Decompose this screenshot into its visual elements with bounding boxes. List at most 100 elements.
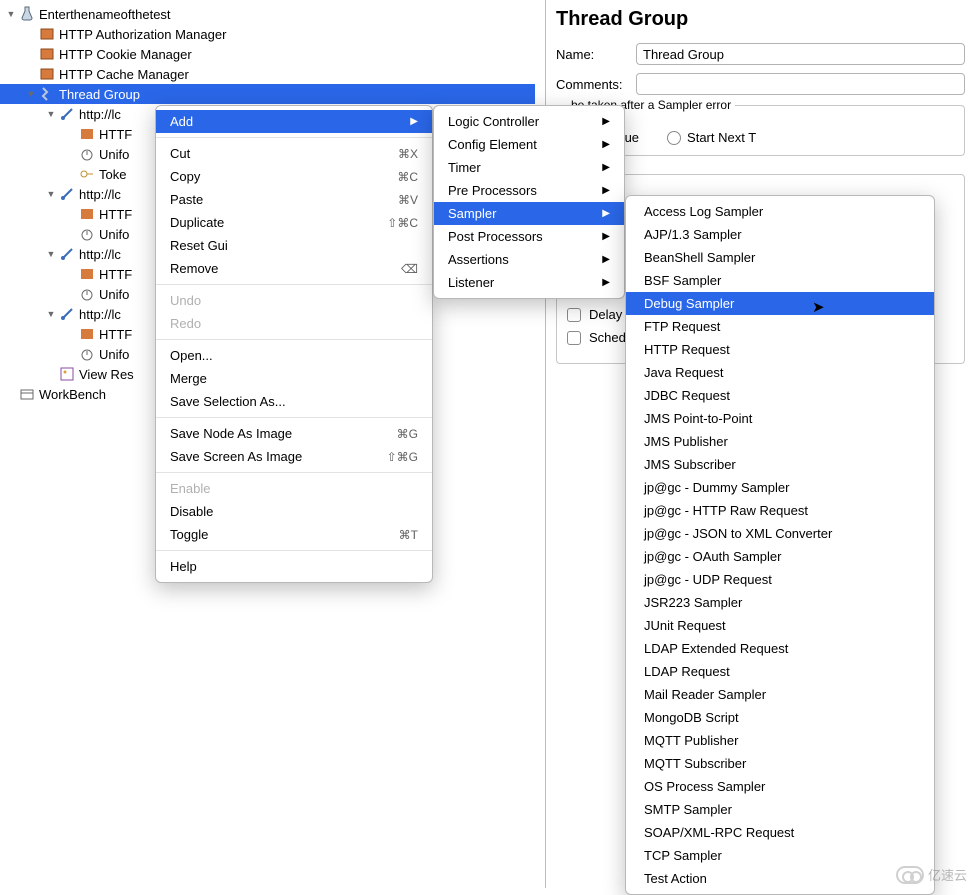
sampler-item[interactable]: SMTP Sampler [626,798,934,821]
menu-label: LDAP Request [644,664,730,679]
name-input[interactable] [636,43,965,65]
tree-label: Toke [98,167,126,182]
sampler-item[interactable]: jp@gc - HTTP Raw Request [626,499,934,522]
menu-label: Undo [170,293,201,308]
comments-input[interactable] [636,73,965,95]
sampler-item[interactable]: JMS Publisher [626,430,934,453]
sampler-item[interactable]: MQTT Publisher [626,729,934,752]
tree-label: Unifo [98,347,129,362]
sampler-item[interactable]: TCP Sampler [626,844,934,867]
menu-label: Cut [170,146,190,161]
sampler-item[interactable]: MongoDB Script [626,706,934,729]
radio-label: Start Next T [687,130,756,145]
menu-label: Copy [170,169,200,184]
sampler-item[interactable]: Java Request [626,361,934,384]
sampler-item[interactable]: AJP/1.3 Sampler [626,223,934,246]
menu-label: JSR223 Sampler [644,595,742,610]
menu-save-selection[interactable]: Save Selection As... [156,390,432,413]
timer-icon [78,346,96,362]
tree-item-thread-group[interactable]: ▼ Thread Group [0,84,535,104]
tree-label: WorkBench [38,387,106,402]
sampler-item[interactable]: JMS Subscriber [626,453,934,476]
panel-title: Thread Group [556,8,965,31]
menu-logic-controller[interactable]: Logic Controller▶ [434,110,624,133]
menu-save-node-image[interactable]: Save Node As Image⌘G [156,422,432,445]
menu-listener[interactable]: Listener▶ [434,271,624,294]
menu-reset[interactable]: Reset Gui [156,234,432,257]
menu-label: Add [170,114,193,129]
menu-toggle[interactable]: Toggle⌘T [156,523,432,546]
context-menu: Add▶ Cut⌘X Copy⌘C Paste⌘V Duplicate⇧⌘C R… [155,105,433,583]
sampler-item[interactable]: jp@gc - JSON to XML Converter [626,522,934,545]
menu-label: MQTT Subscriber [644,756,746,771]
sampler-item[interactable]: LDAP Request [626,660,934,683]
separator [156,137,432,138]
add-submenu: Logic Controller▶ Config Element▶ Timer▶… [433,105,625,299]
tree-item[interactable]: ▼ HTTP Authorization Manager [0,24,535,44]
sampler-item[interactable]: SOAP/XML-RPC Request [626,821,934,844]
sampler-item[interactable]: JUnit Request [626,614,934,637]
checkbox[interactable] [567,331,581,345]
request-icon [58,246,76,262]
sampler-item[interactable]: FTP Request [626,315,934,338]
sampler-item[interactable]: jp@gc - UDP Request [626,568,934,591]
logo-icon [896,866,924,884]
menu-label: JMS Point-to-Point [644,411,752,426]
thread-icon [38,86,56,102]
menu-config-element[interactable]: Config Element▶ [434,133,624,156]
menu-label: Remove [170,261,218,276]
sampler-item[interactable]: Test Action [626,867,934,890]
sampler-item[interactable]: Mail Reader Sampler [626,683,934,706]
menu-timer[interactable]: Timer▶ [434,156,624,179]
tree-label: http://lc [78,107,121,122]
tree-item[interactable]: ▼ HTTP Cache Manager [0,64,535,84]
tree-label: HTTF [98,267,132,282]
menu-post-processors[interactable]: Post Processors▶ [434,225,624,248]
menu-disable[interactable]: Disable [156,500,432,523]
sampler-item[interactable]: Access Log Sampler [626,200,934,223]
radio-start-next[interactable]: Start Next T [667,130,756,145]
sampler-item[interactable]: LDAP Extended Request [626,637,934,660]
menu-remove[interactable]: Remove⌫ [156,257,432,280]
menu-sampler[interactable]: Sampler▶ [434,202,624,225]
menu-label: Listener [448,275,494,290]
timer-icon [78,286,96,302]
sampler-item[interactable]: BeanShell Sampler [626,246,934,269]
menu-duplicate[interactable]: Duplicate⇧⌘C [156,211,432,234]
menu-help[interactable]: Help [156,555,432,578]
menu-paste[interactable]: Paste⌘V [156,188,432,211]
menu-label: BSF Sampler [644,273,721,288]
sampler-item[interactable]: HTTP Request [626,338,934,361]
config-icon [38,26,56,42]
sampler-item[interactable]: Debug Sampler [626,292,934,315]
tree-item[interactable]: ▼ HTTP Cookie Manager [0,44,535,64]
menu-label: Save Node As Image [170,426,292,441]
tree-label: Unifo [98,227,129,242]
menu-open[interactable]: Open... [156,344,432,367]
menu-label: jp@gc - HTTP Raw Request [644,503,808,518]
sampler-item[interactable]: JDBC Request [626,384,934,407]
menu-label: Help [170,559,197,574]
menu-label: MQTT Publisher [644,733,738,748]
sampler-item[interactable]: BSF Sampler [626,269,934,292]
menu-pre-processors[interactable]: Pre Processors▶ [434,179,624,202]
menu-cut[interactable]: Cut⌘X [156,142,432,165]
sampler-item[interactable]: MQTT Subscriber [626,752,934,775]
sampler-item[interactable]: JMS Point-to-Point [626,407,934,430]
menu-label: Post Processors [448,229,543,244]
tree-root[interactable]: ▼ Enterthenameofthetest [0,4,535,24]
menu-label: Paste [170,192,203,207]
menu-add[interactable]: Add▶ [156,110,432,133]
menu-copy[interactable]: Copy⌘C [156,165,432,188]
sampler-item[interactable]: OS Process Sampler [626,775,934,798]
menu-assertions[interactable]: Assertions▶ [434,248,624,271]
sampler-item[interactable]: jp@gc - Dummy Sampler [626,476,934,499]
menu-label: Pre Processors [448,183,537,198]
checkbox[interactable] [567,308,581,322]
menu-redo: Redo [156,312,432,335]
menu-merge[interactable]: Merge [156,367,432,390]
sampler-item[interactable]: jp@gc - OAuth Sampler [626,545,934,568]
sampler-item[interactable]: JSR223 Sampler [626,591,934,614]
menu-save-screen-image[interactable]: Save Screen As Image⇧⌘G [156,445,432,468]
chevron-down-icon: ▼ [44,189,58,199]
